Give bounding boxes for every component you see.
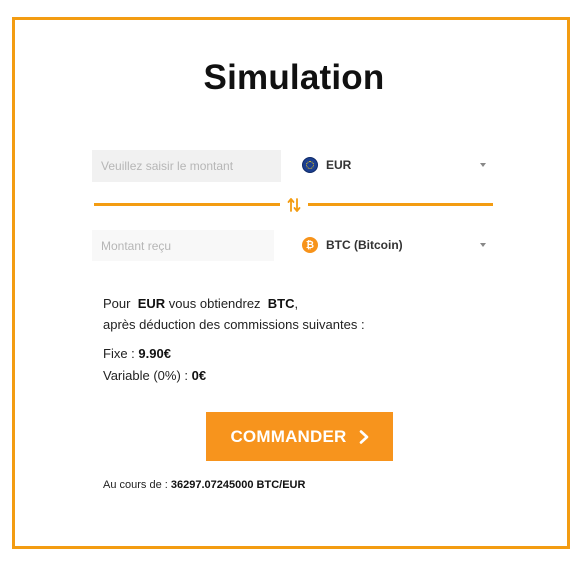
variable-fee-line: Variable (0%) : 0€ <box>103 367 206 385</box>
page-title: Simulation <box>203 58 385 97</box>
variable-fee-value: 0€ <box>191 368 207 383</box>
summary-commissions-line: après déduction des commissions suivante… <box>103 317 365 332</box>
chevron-right-icon <box>359 429 369 444</box>
to-currency-label: BTC (Bitcoin) <box>326 238 403 252</box>
euro-flag-icon <box>302 157 318 173</box>
summary-to-currency: BTC <box>267 296 295 311</box>
order-button[interactable]: COMMANDER <box>206 412 393 461</box>
summary-prefix: Pour <box>103 296 131 311</box>
received-amount-input[interactable] <box>92 230 274 261</box>
exchange-rate-value: 36297.07245000 BTC/EUR <box>170 479 306 491</box>
bitcoin-icon: ₿ <box>302 237 318 253</box>
exchange-rate: Au cours de : 36297.07245000 BTC/EUR <box>103 479 305 491</box>
chevron-down-icon <box>480 163 486 167</box>
swap-icon[interactable] <box>284 195 304 215</box>
chevron-down-icon <box>480 243 486 247</box>
order-button-label: COMMANDER <box>230 426 347 446</box>
from-currency-label: EUR <box>326 158 352 172</box>
divider-left <box>94 203 280 206</box>
variable-fee-label: Variable (0%) : <box>103 368 189 383</box>
summary-from-currency: EUR <box>137 296 166 311</box>
summary-middle: vous obtiendrez <box>168 296 261 311</box>
fixed-fee-line: Fixe : 9.90€ <box>103 345 171 363</box>
exchange-rate-label: Au cours de : <box>103 479 168 491</box>
from-currency-select[interactable]: EUR <box>302 151 492 179</box>
fixed-fee-label: Fixe : <box>103 346 135 361</box>
summary-suffix: , <box>294 296 299 311</box>
divider-right <box>308 203 493 206</box>
summary-line: Pour EUR vous obtiendrez BTC, <box>103 295 298 313</box>
fixed-fee-value: 9.90€ <box>138 346 171 361</box>
amount-input[interactable] <box>92 150 281 182</box>
to-currency-select[interactable]: ₿ BTC (Bitcoin) <box>302 231 492 259</box>
